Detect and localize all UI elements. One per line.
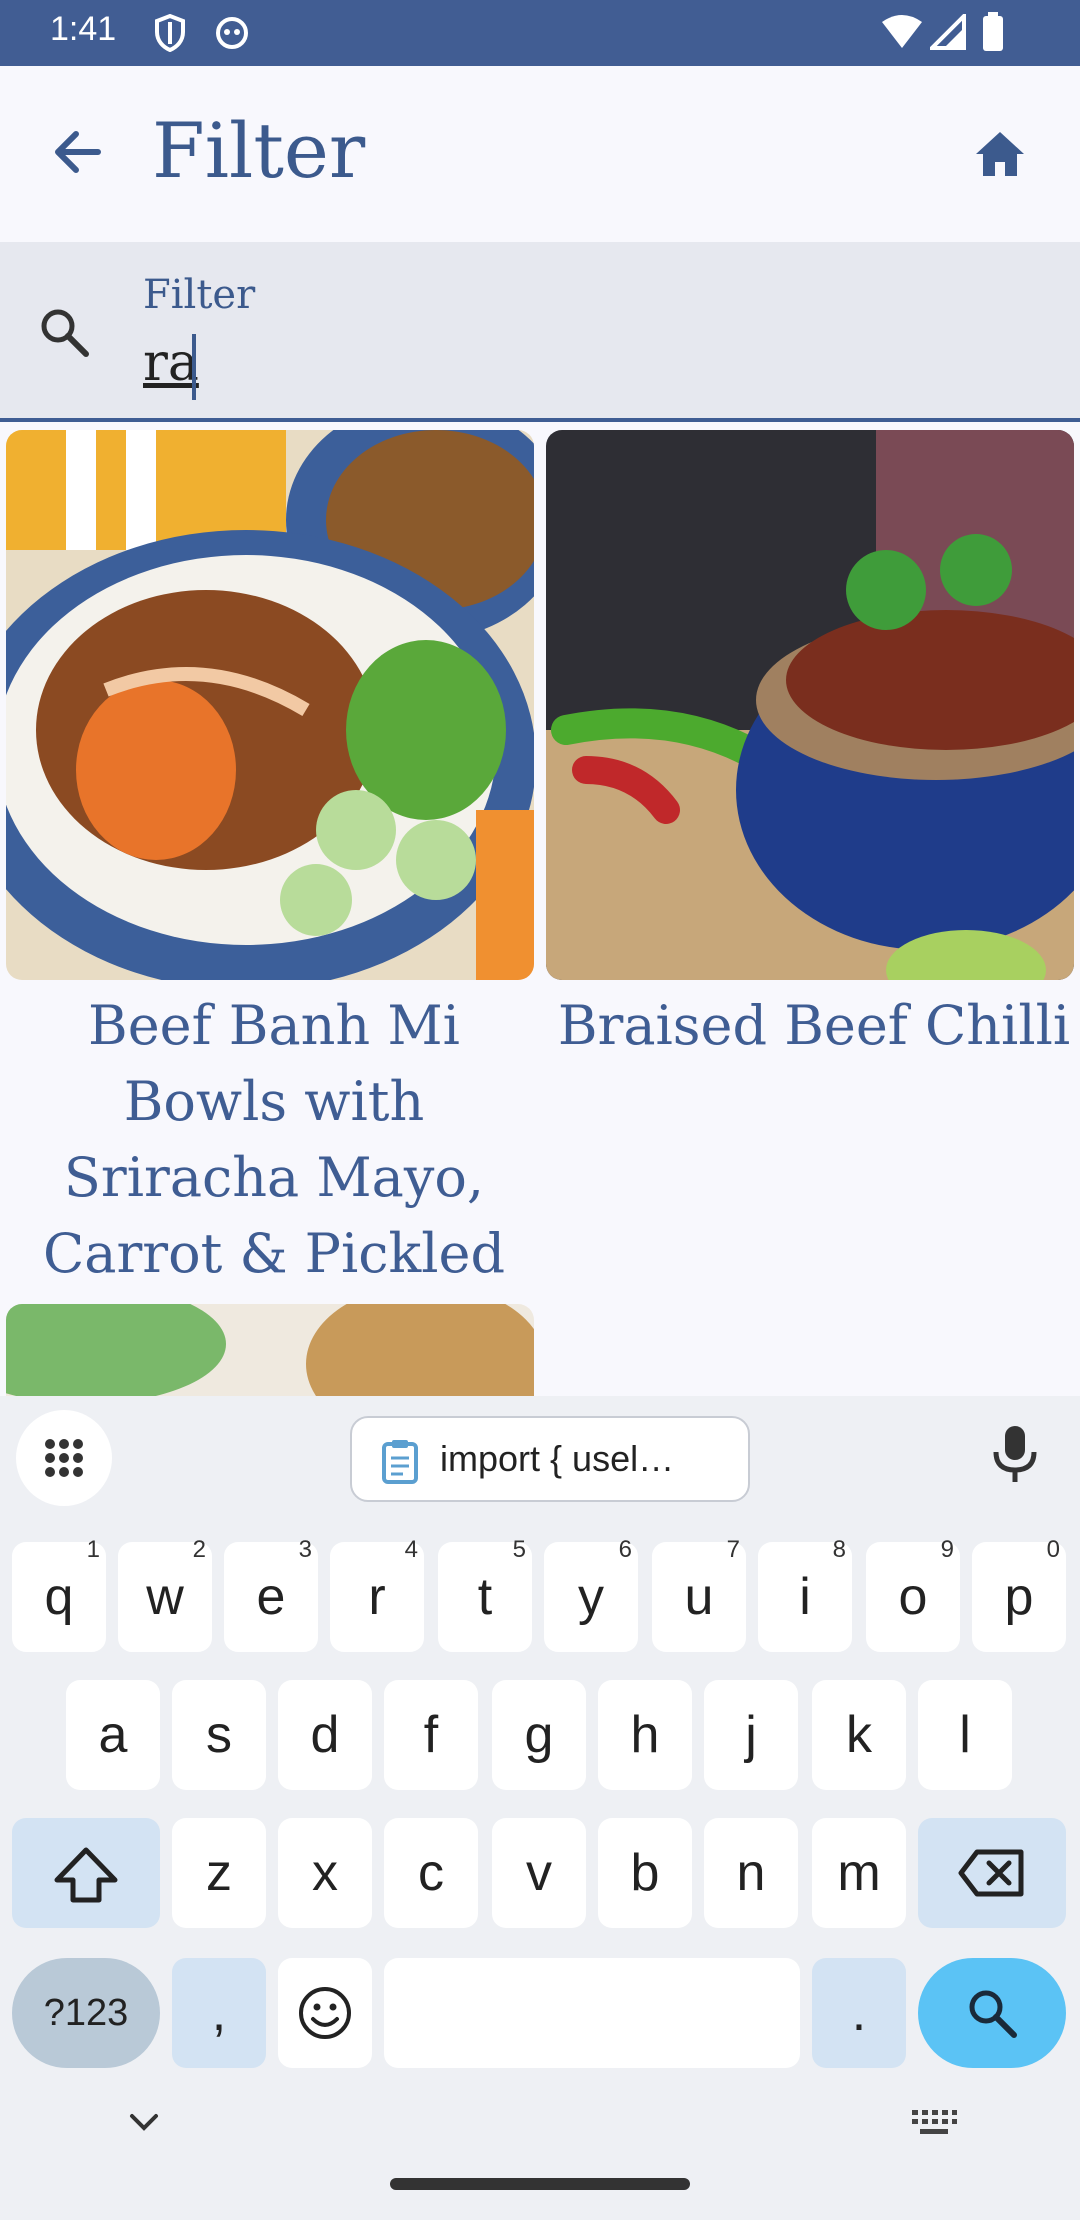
- keyboard: import { usel… q1 w2 e3 r4 t5 y6 u7 i8 o…: [0, 1396, 1080, 2220]
- keyboard-switch-icon[interactable]: [910, 2108, 958, 2138]
- key-w[interactable]: w2: [118, 1536, 212, 1652]
- key-p[interactable]: p0: [972, 1536, 1066, 1652]
- key-g[interactable]: g: [492, 1680, 586, 1790]
- recipe-image: [546, 430, 1074, 980]
- home-icon[interactable]: [972, 126, 1028, 182]
- key-z[interactable]: z: [172, 1818, 266, 1928]
- key-b[interactable]: b: [598, 1818, 692, 1928]
- recipe-image: [6, 1304, 534, 1396]
- recipe-image: [6, 430, 534, 980]
- key-d[interactable]: d: [278, 1680, 372, 1790]
- gesture-nav-bar[interactable]: [390, 2178, 690, 2190]
- recipe-card[interactable]: [6, 1304, 534, 1396]
- wifi-icon: [882, 15, 922, 48]
- backspace-key[interactable]: [918, 1818, 1066, 1928]
- recipe-grid: Beef Banh Mi Bowls with Sriracha Mayo, C…: [0, 430, 1080, 1396]
- back-arrow-icon[interactable]: [46, 120, 110, 184]
- space-key[interactable]: [384, 1958, 800, 2068]
- text-caret: [192, 334, 196, 400]
- key-t[interactable]: t5: [438, 1536, 532, 1652]
- keyboard-bottom-bar: [0, 2086, 1080, 2220]
- filter-label: Filter: [143, 272, 256, 318]
- shift-icon: [54, 1847, 118, 1903]
- key-y[interactable]: y6: [544, 1536, 638, 1652]
- clipboard-text: import { usel…: [440, 1438, 675, 1479]
- symbols-key[interactable]: ?123: [12, 1958, 160, 2068]
- clipboard-suggestion[interactable]: import { usel…: [350, 1416, 750, 1502]
- key-u[interactable]: u7: [652, 1536, 746, 1652]
- microphone-icon[interactable]: [990, 1424, 1040, 1484]
- keyboard-apps-button[interactable]: [16, 1410, 112, 1506]
- key-h[interactable]: h: [598, 1680, 692, 1790]
- chevron-down-icon[interactable]: [126, 2110, 162, 2134]
- app-bar: Filter: [0, 66, 1080, 242]
- key-s[interactable]: s: [172, 1680, 266, 1790]
- key-l[interactable]: l: [918, 1680, 1012, 1790]
- shield-icon: [155, 14, 185, 52]
- status-time: 1:41: [50, 10, 117, 48]
- key-j[interactable]: j: [704, 1680, 798, 1790]
- filter-input[interactable]: [143, 328, 943, 398]
- key-c[interactable]: c: [384, 1818, 478, 1928]
- signal-icon: [930, 14, 966, 50]
- key-m[interactable]: m: [812, 1818, 906, 1928]
- status-bar: 1:41: [0, 0, 1080, 66]
- key-i[interactable]: i8: [758, 1536, 852, 1652]
- key-n[interactable]: n: [704, 1818, 798, 1928]
- comma-key[interactable]: ,: [172, 1958, 266, 2068]
- recipe-name: Braised Beef Chilli: [557, 994, 1071, 1057]
- key-o[interactable]: o9: [866, 1536, 960, 1652]
- page-title: Filter: [152, 106, 366, 195]
- grid-icon: [45, 1439, 83, 1477]
- key-r[interactable]: r4: [330, 1536, 424, 1652]
- key-a[interactable]: a: [66, 1680, 160, 1790]
- key-v[interactable]: v: [492, 1818, 586, 1928]
- filter-field[interactable]: Filter: [0, 242, 1080, 422]
- recipe-card[interactable]: Beef Banh Mi Bowls with Sriracha Mayo, C…: [6, 430, 542, 1368]
- battery-icon: [983, 12, 1003, 51]
- keyboard-suggestion-bar: import { usel…: [0, 1396, 1080, 1526]
- key-q[interactable]: q1: [12, 1536, 106, 1652]
- shift-key[interactable]: [12, 1818, 160, 1928]
- recipe-card[interactable]: Braised Beef Chilli: [546, 430, 1080, 1064]
- key-x[interactable]: x: [278, 1818, 372, 1928]
- key-f[interactable]: f: [384, 1680, 478, 1790]
- search-key[interactable]: [918, 1958, 1066, 2068]
- key-k[interactable]: k: [812, 1680, 906, 1790]
- search-icon: [969, 1990, 1017, 2038]
- search-icon: [41, 309, 89, 357]
- emoji-icon: [299, 1987, 351, 2039]
- cat-icon: [216, 17, 248, 49]
- key-e[interactable]: e3: [224, 1536, 318, 1652]
- backspace-icon: [958, 1849, 1024, 1897]
- clipboard-icon: [382, 1440, 418, 1484]
- emoji-key[interactable]: [278, 1958, 372, 2068]
- period-key[interactable]: .: [812, 1958, 906, 2068]
